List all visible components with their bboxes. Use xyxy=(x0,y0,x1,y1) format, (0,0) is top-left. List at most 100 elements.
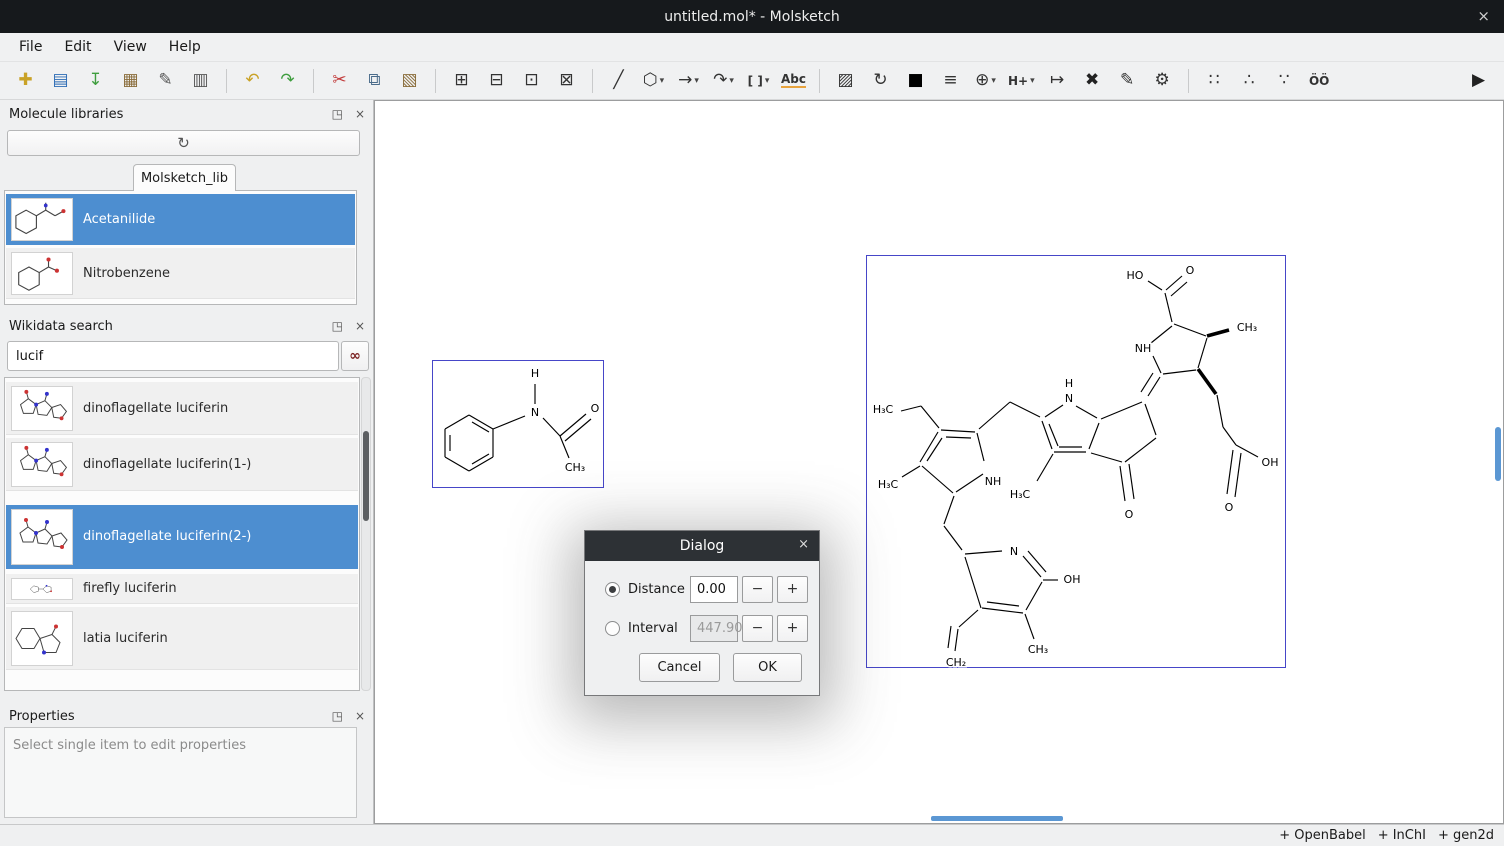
distance-decrement-button[interactable]: − xyxy=(742,576,773,603)
tab-molsketch-lib[interactable]: Molsketch_lib xyxy=(133,164,236,191)
hatch-bond-button[interactable]: ▨ xyxy=(831,67,860,95)
cut-button[interactable]: ✂ xyxy=(325,67,354,95)
rotate-button[interactable]: ↻ xyxy=(866,67,895,95)
radical-dots-button[interactable]: ∴ xyxy=(1235,67,1264,95)
undo-button[interactable]: ↶ xyxy=(238,67,267,95)
export-button[interactable]: ✎ xyxy=(151,67,180,95)
dialog-close-button[interactable]: × xyxy=(798,537,809,552)
menu-edit[interactable]: Edit xyxy=(53,35,102,59)
lone-pair-atoms-button[interactable]: ÖÖ xyxy=(1305,67,1334,95)
draw-tool-button[interactable]: ╱ xyxy=(604,67,633,95)
wikidata-result-dinoflagellate-luciferin-2[interactable]: dinoflagellate luciferin(2-) xyxy=(6,505,358,569)
save-button[interactable]: ↧ xyxy=(81,67,110,95)
print-icon: ▥ xyxy=(192,72,208,89)
dropdown-caret-icon[interactable]: ▾ xyxy=(729,76,734,86)
line-width-button[interactable]: ≡ xyxy=(936,67,965,95)
wikidata-panel-header: Wikidata search ◳ × xyxy=(0,316,374,336)
save-as-button[interactable]: ▦ xyxy=(116,67,145,95)
selected-molecule-acetanilide[interactable]: HNOCH₃ xyxy=(432,360,604,488)
menu-file[interactable]: File xyxy=(8,35,53,59)
canvas-vertical-scrollbar-thumb[interactable] xyxy=(1495,427,1501,481)
electron-pair-icon: ∷ xyxy=(1209,72,1220,89)
text-tool-button[interactable]: Abc xyxy=(779,67,808,95)
cancel-button[interactable]: Cancel xyxy=(639,653,720,682)
drawing-canvas[interactable]: HNOCH₃ HOOCH₃NHHNH₃COHOH₃CNHH₃CONOHCH₃CH… xyxy=(374,100,1504,824)
wikidata-search-button[interactable]: ∞ xyxy=(341,341,369,371)
delete-tool-button[interactable]: ✖ xyxy=(1078,67,1107,95)
dropdown-caret-icon[interactable]: ▾ xyxy=(765,76,770,86)
electron-pair-button[interactable]: ∷ xyxy=(1200,67,1229,95)
clean-structure-button[interactable]: ⚙ xyxy=(1148,67,1177,95)
close-panel-icon[interactable]: × xyxy=(355,107,365,121)
dropdown-caret-icon[interactable]: ▾ xyxy=(660,76,665,86)
dropdown-caret-icon[interactable]: ▾ xyxy=(1030,76,1035,86)
toolbar-separator xyxy=(1188,69,1189,93)
undock-panel-icon[interactable]: ◳ xyxy=(332,107,343,121)
menu-view[interactable]: View xyxy=(103,35,158,59)
refresh-library-button[interactable]: ↻ xyxy=(7,130,360,156)
zoom-original-button[interactable]: ⊡ xyxy=(517,67,546,95)
lone-pair-button[interactable]: ∵ xyxy=(1270,67,1299,95)
reaction-arrow-button[interactable]: →▾ xyxy=(674,67,703,95)
ring-tool-button[interactable]: ⬡▾ xyxy=(639,67,668,95)
interval-value-input[interactable]: 447.90 xyxy=(690,615,738,642)
print-button[interactable]: ▥ xyxy=(186,67,215,95)
mechanism-arrow-button[interactable]: ↷▾ xyxy=(709,67,738,95)
menu-help[interactable]: Help xyxy=(158,35,212,59)
library-item-nitrobenzene[interactable]: Nitrobenzene xyxy=(6,248,355,299)
distance-increment-button[interactable]: + xyxy=(777,576,808,603)
svg-text:O: O xyxy=(1186,264,1195,277)
svg-text:O: O xyxy=(1125,508,1134,521)
wikidata-scrollbar-track[interactable] xyxy=(361,377,371,691)
ok-button[interactable]: OK xyxy=(733,653,802,682)
window-close-button[interactable]: × xyxy=(1477,7,1490,25)
hydrogen-tool-button[interactable]: H+▾ xyxy=(1006,67,1037,95)
canvas-horizontal-scrollbar-thumb[interactable] xyxy=(931,816,1063,821)
new-file-button[interactable]: ✚ xyxy=(11,67,40,95)
color-button[interactable]: ■ xyxy=(901,67,930,95)
distance-value-input[interactable]: 0.00 xyxy=(690,576,738,603)
svg-text:N: N xyxy=(1065,392,1073,405)
molecule-thumbnail xyxy=(11,198,73,241)
close-panel-icon[interactable]: × xyxy=(355,709,365,723)
wikidata-result-dinoflagellate-luciferin[interactable]: dinoflagellate luciferin xyxy=(6,382,358,435)
svg-text:OH: OH xyxy=(1064,573,1081,586)
interval-decrement-button[interactable]: − xyxy=(742,615,773,642)
redo-button[interactable]: ↷ xyxy=(273,67,302,95)
toolbar: ✚▤↧▦✎▥↶↷✂⧉▧⊞⊟⊡⊠╱⬡▾→▾↷▾[ ]▾Abc▨↻■≡⊕▾H+▾↦✖… xyxy=(0,62,1504,100)
selected-molecule-luciferin[interactable]: HOOCH₃NHHNH₃COHOH₃CNHH₃CONOHCH₃CH₂ xyxy=(866,255,1286,668)
molecule-thumbnail xyxy=(11,252,73,295)
distance-radio[interactable] xyxy=(605,582,620,597)
interval-increment-button[interactable]: + xyxy=(777,615,808,642)
close-panel-icon[interactable]: × xyxy=(355,319,365,333)
svg-text:CH₃: CH₃ xyxy=(565,461,585,474)
dropdown-caret-icon[interactable]: ▾ xyxy=(694,76,699,86)
open-button[interactable]: ▤ xyxy=(46,67,75,95)
color-swatch-icon: ■ xyxy=(907,72,923,89)
wikidata-scrollbar-thumb[interactable] xyxy=(363,431,369,521)
undock-panel-icon[interactable]: ◳ xyxy=(332,319,343,333)
molecule-thumbnail xyxy=(11,578,73,600)
wikidata-result-firefly-luciferin[interactable]: firefly luciferin xyxy=(6,574,358,604)
zoom-fit-button[interactable]: ⊠ xyxy=(552,67,581,95)
align-tool-button[interactable]: ✎ xyxy=(1113,67,1142,95)
library-item-acetanilide[interactable]: Acetanilide xyxy=(6,194,355,245)
implicit-hydrogen-button[interactable]: ↦ xyxy=(1043,67,1072,95)
dropdown-caret-icon[interactable]: ▾ xyxy=(991,76,996,86)
wikidata-result-latia-luciferin[interactable]: latia luciferin xyxy=(6,607,358,670)
bracket-tool-button[interactable]: [ ]▾ xyxy=(744,67,773,95)
zoom-in-button[interactable]: ⊞ xyxy=(447,67,476,95)
wikidata-result-list: dinoflagellate luciferindinoflagellate l… xyxy=(4,377,360,691)
paste-button[interactable]: ▧ xyxy=(395,67,424,95)
charge-tool-button[interactable]: ⊕▾ xyxy=(971,67,1000,95)
toolbar-extension-button[interactable]: ▶ xyxy=(1464,67,1493,95)
copy-button[interactable]: ⧉ xyxy=(360,67,389,95)
wikidata-result-dinoflagellate-luciferin-1[interactable]: dinoflagellate luciferin(1-) xyxy=(6,438,358,491)
interval-radio[interactable] xyxy=(605,621,620,636)
zoom-out-icon: ⊟ xyxy=(489,72,503,89)
wikidata-search-input[interactable] xyxy=(7,341,339,371)
dialog-titlebar[interactable]: Dialog × xyxy=(585,531,819,561)
zoom-out-button[interactable]: ⊟ xyxy=(482,67,511,95)
titlebar[interactable]: untitled.mol* - Molsketch × xyxy=(0,0,1504,33)
undock-panel-icon[interactable]: ◳ xyxy=(332,709,343,723)
